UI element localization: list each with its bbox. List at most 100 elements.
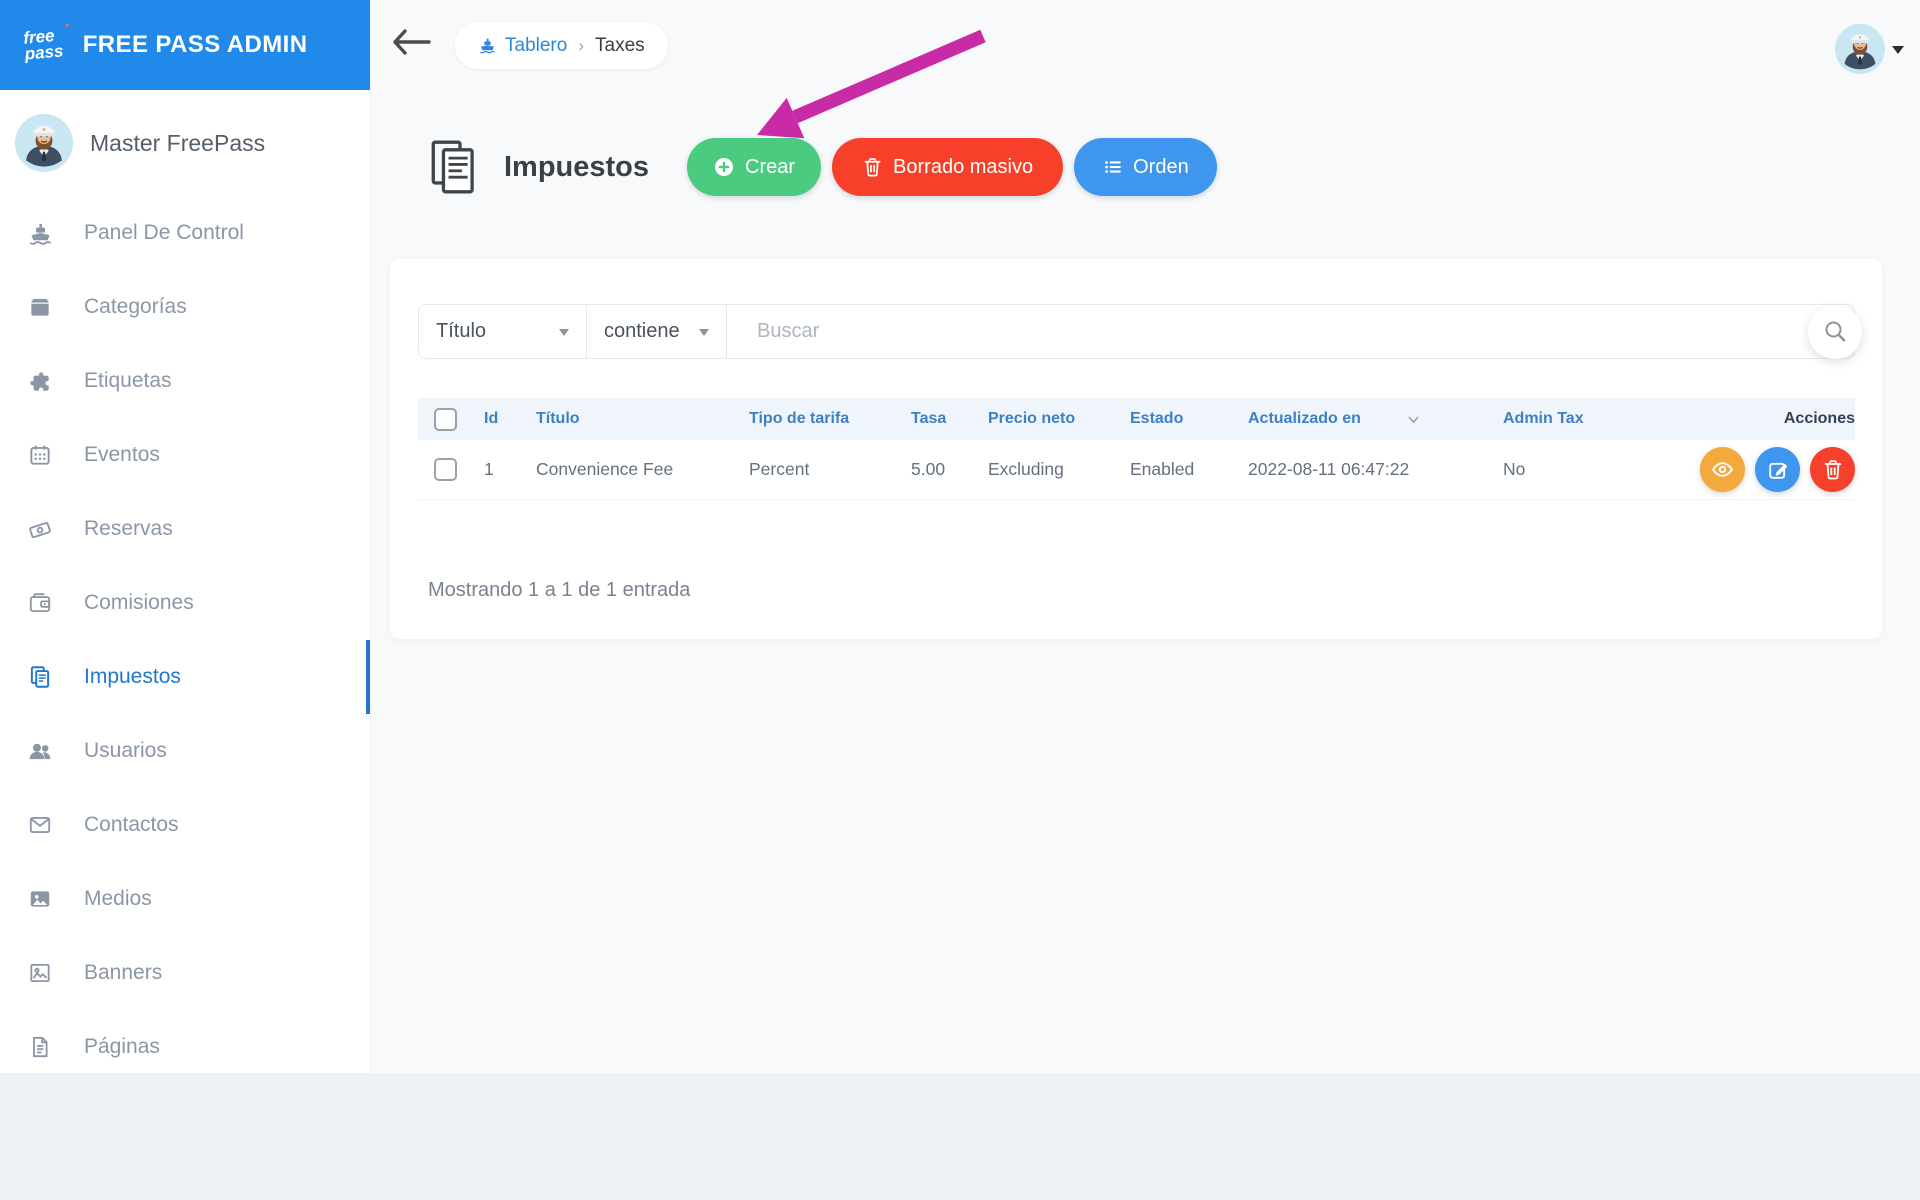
bulk-delete-button[interactable]: Borrado masivo [832, 138, 1064, 196]
page-title: Impuestos [504, 150, 650, 183]
box-icon [26, 293, 54, 321]
eye-icon [1712, 462, 1733, 477]
toolbar: Crear Borrado masivo Orden [687, 138, 1217, 196]
sidebar-item-panel-de-control[interactable]: Panel De Control [0, 196, 370, 270]
sidebar-item-label: Banners [84, 961, 163, 984]
column-header-id[interactable]: Id [484, 410, 536, 428]
search-button[interactable] [1808, 305, 1862, 359]
sidebar-nav: Panel De Control Categorías Etiquetas Ev… [0, 196, 370, 1084]
table-summary: Mostrando 1 a 1 de 1 entrada [428, 579, 691, 601]
banner-image-icon [26, 959, 54, 987]
column-header-acciones: Acciones [1783, 410, 1855, 427]
sidebar-item-etiquetas[interactable]: Etiquetas [0, 344, 370, 418]
avatar[interactable] [15, 114, 73, 172]
sidebar-item-impuestos[interactable]: Impuestos [0, 640, 370, 714]
annotation-arrow [757, 29, 986, 139]
table-header-row: Id Título Tipo de tarifa Tasa Precio net… [418, 398, 1855, 440]
sidebar-item-label: Reservas [84, 517, 173, 540]
filter-operator-select[interactable]: contiene [587, 305, 727, 358]
sort-chevron-icon [1407, 415, 1420, 424]
puzzle-icon [26, 367, 54, 395]
sidebar-item-eventos[interactable]: Eventos [0, 418, 370, 492]
filter-operator-value: contiene [604, 320, 680, 342]
filter-bar: Título contiene [418, 304, 1855, 359]
search-icon [1825, 321, 1846, 342]
page-bottom-strip [0, 1073, 1920, 1200]
app-title: FREE PASS ADMIN [82, 31, 308, 58]
sidebar-item-reservas[interactable]: Reservas [0, 492, 370, 566]
chevron-down-icon [559, 329, 569, 341]
cell-estado: Enabled [1130, 459, 1195, 479]
column-header-tipo-de-tarifa[interactable]: Tipo de tarifa [749, 410, 911, 428]
column-header-precio-neto[interactable]: Precio neto [988, 410, 1130, 428]
sidebar-item-comisiones[interactable]: Comisiones [0, 566, 370, 640]
sidebar-item-label: Contactos [84, 813, 179, 836]
image-icon [26, 885, 54, 913]
chevron-down-icon [1892, 46, 1904, 60]
documents-icon [431, 140, 474, 194]
sidebar-item-contactos[interactable]: Contactos [0, 788, 370, 862]
sidebar-item-label: Páginas [84, 1035, 160, 1058]
create-button-label: Crear [745, 155, 796, 178]
captain-avatar-image [15, 114, 73, 172]
column-header-estado[interactable]: Estado [1130, 410, 1248, 428]
edit-icon [1768, 462, 1787, 479]
documents-icon [26, 663, 54, 691]
cell-tasa: 5.00 [911, 459, 946, 479]
users-icon [26, 737, 54, 765]
ship-icon [26, 219, 54, 247]
sidebar-item-label: Categorías [84, 295, 187, 318]
column-header-label: Actualizado en [1248, 410, 1361, 427]
order-button-label: Orden [1133, 155, 1189, 178]
logo-text-bottom: pass [23, 41, 65, 64]
filter-field-select[interactable]: Título [419, 305, 587, 358]
page-icon [26, 1033, 54, 1061]
sidebar-item-label: Comisiones [84, 591, 194, 614]
back-button[interactable] [392, 28, 432, 61]
sidebar: free pass • FREE PASS ADMIN Master FreeP… [0, 0, 370, 1073]
row-actions [1690, 447, 1855, 492]
cell-admin-tax: No [1503, 459, 1526, 479]
cell-id: 1 [484, 459, 494, 479]
envelope-icon [26, 811, 54, 839]
sidebar-item-label: Etiquetas [84, 369, 172, 392]
main-content: Tablero › Taxes Impuestos Crear Borrado … [370, 0, 1920, 1073]
search-input[interactable] [727, 305, 1854, 358]
select-all-checkbox[interactable] [434, 407, 457, 431]
sidebar-item-medios[interactable]: Medios [0, 862, 370, 936]
row-checkbox[interactable] [434, 458, 457, 481]
user-menu[interactable] [1835, 24, 1904, 74]
profile-name: Master FreePass [90, 129, 266, 156]
sidebar-item-label: Impuestos [84, 665, 181, 688]
user-avatar[interactable] [1835, 24, 1885, 74]
chevron-down-icon [699, 329, 709, 341]
sidebar-item-label: Usuarios [84, 739, 167, 762]
logo-dot: • [64, 20, 70, 33]
wallet-icon [26, 589, 54, 617]
page-header: Impuestos Crear Borrado masivo Orden [430, 138, 1217, 196]
filter-field-value: Título [436, 320, 487, 342]
trash-icon [1824, 460, 1841, 480]
sidebar-item-label: Panel De Control [84, 221, 244, 244]
column-header-actualizado-en[interactable]: Actualizado en [1248, 410, 1503, 428]
column-header-tasa[interactable]: Tasa [911, 410, 988, 428]
breadcrumb-home-label: Tablero [505, 34, 568, 56]
column-header-titulo[interactable]: Título [536, 410, 749, 428]
profile-block: Master FreePass [0, 90, 370, 180]
create-button[interactable]: Crear [687, 138, 822, 196]
sidebar-item-categorias[interactable]: Categorías [0, 270, 370, 344]
sidebar-item-usuarios[interactable]: Usuarios [0, 714, 370, 788]
view-button[interactable] [1700, 447, 1745, 492]
breadcrumb-home-link[interactable]: Tablero [478, 35, 567, 57]
bulk-delete-button-label: Borrado masivo [893, 155, 1034, 178]
sidebar-item-banners[interactable]: Banners [0, 936, 370, 1010]
taxes-card: Título contiene Id Título Tipo de tarifa… [390, 259, 1882, 639]
order-button[interactable]: Orden [1074, 138, 1217, 196]
sidebar-item-paginas[interactable]: Páginas [0, 1010, 370, 1084]
brand-header: free pass • FREE PASS ADMIN [0, 0, 370, 90]
column-header-admin-tax[interactable]: Admin Tax [1503, 410, 1690, 428]
trash-icon [864, 158, 881, 177]
delete-button[interactable] [1810, 447, 1855, 492]
edit-button[interactable] [1755, 447, 1800, 492]
sidebar-item-label: Eventos [84, 443, 160, 466]
